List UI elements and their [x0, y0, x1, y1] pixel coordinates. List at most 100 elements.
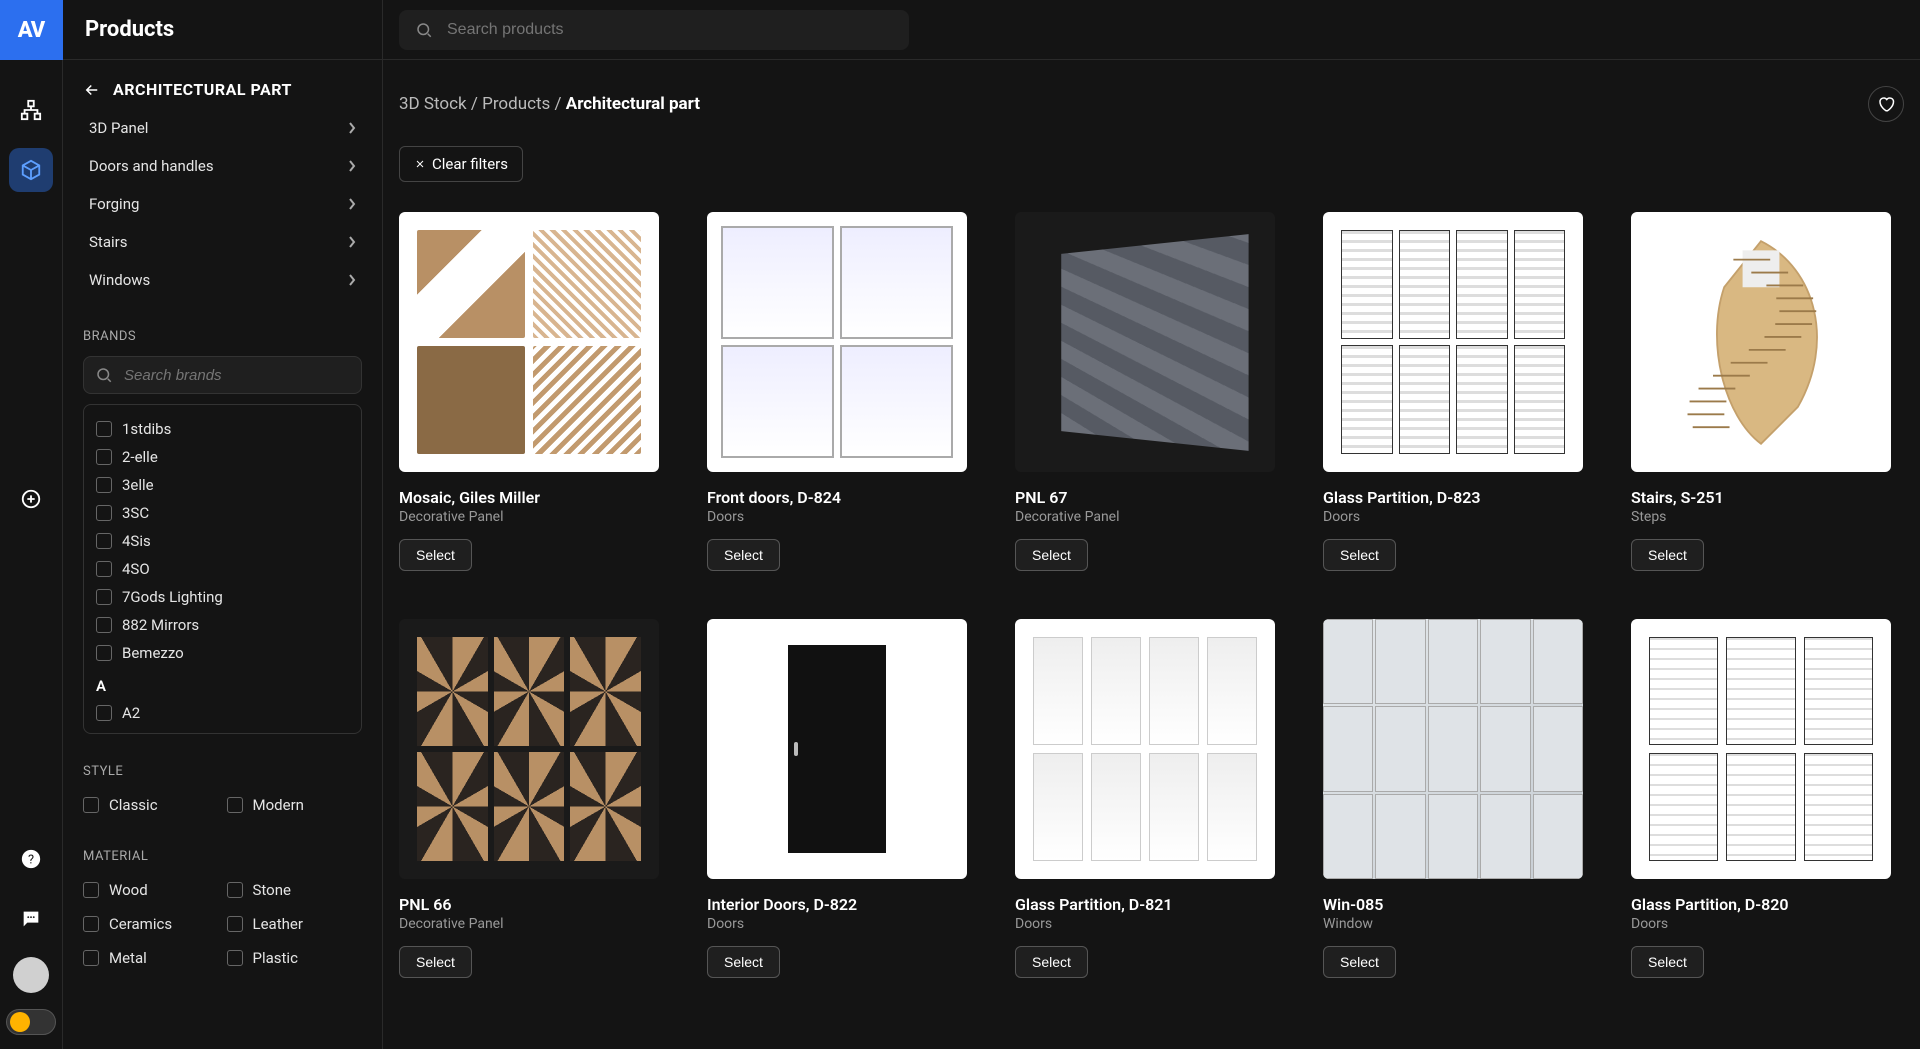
favorite-button[interactable] [1868, 86, 1904, 122]
product-card: PNL 66 Decorative Panel Select [399, 619, 659, 978]
checkbox-row[interactable]: 2-elle [96, 443, 349, 471]
product-category: Decorative Panel [1015, 509, 1275, 525]
checkbox-row[interactable]: Ceramics [83, 910, 219, 938]
chevron-right-icon [348, 122, 356, 134]
style-label: STYLE [83, 764, 362, 779]
product-thumbnail[interactable] [1015, 212, 1275, 472]
checkbox-row[interactable]: 3SC [96, 499, 349, 527]
checkbox-icon [83, 797, 99, 813]
checkbox-row[interactable]: 1stdibs [96, 415, 349, 443]
checkbox-label: 3elle [122, 476, 154, 494]
nav-chat[interactable] [9, 897, 53, 941]
checkbox-label: 3SC [122, 504, 149, 522]
checkbox-label: A2 [122, 704, 140, 722]
checkbox-row[interactable]: Modern [227, 791, 363, 819]
checkbox-row[interactable]: Metal [83, 944, 219, 972]
product-card: Mosaic, Giles Miller Decorative Panel Se… [399, 212, 659, 571]
app-logo[interactable]: AV [0, 0, 63, 60]
checkbox-row[interactable]: 882 Mirrors [96, 611, 349, 639]
brand-search-wrap [83, 356, 362, 394]
product-title: Mosaic, Giles Miller [399, 488, 659, 507]
checkbox-row[interactable]: Wood [83, 876, 219, 904]
topbar [383, 0, 1920, 60]
select-button[interactable]: Select [399, 539, 472, 571]
product-grid: Mosaic, Giles Miller Decorative Panel Se… [399, 212, 1904, 978]
nav-help[interactable]: ? [9, 837, 53, 881]
category-item[interactable]: Forging [83, 185, 362, 223]
category-item[interactable]: Windows [83, 261, 362, 299]
select-button[interactable]: Select [1323, 946, 1396, 978]
checkbox-row[interactable]: 4Sis [96, 527, 349, 555]
product-thumbnail[interactable] [1631, 212, 1891, 472]
checkbox-label: 4Sis [122, 532, 151, 550]
product-category: Doors [1323, 509, 1583, 525]
checkbox-row[interactable]: 3elle [96, 471, 349, 499]
brand-search-input[interactable] [83, 356, 362, 394]
product-thumbnail[interactable] [707, 619, 967, 879]
product-title: Win-085 [1323, 895, 1583, 914]
checkbox-row[interactable]: Plastic [227, 944, 363, 972]
product-thumbnail[interactable] [1015, 619, 1275, 879]
checkbox-row[interactable]: 7Gods Lighting [96, 583, 349, 611]
checkbox-row[interactable]: Stone [227, 876, 363, 904]
select-button[interactable]: Select [1015, 946, 1088, 978]
clear-filters-button[interactable]: Clear filters [399, 146, 523, 182]
select-button[interactable]: Select [399, 946, 472, 978]
product-thumbnail[interactable] [399, 619, 659, 879]
product-thumbnail[interactable] [707, 212, 967, 472]
product-thumbnail[interactable] [399, 212, 659, 472]
nav-products[interactable] [9, 148, 53, 192]
help-icon: ? [20, 848, 42, 870]
select-button[interactable]: Select [707, 539, 780, 571]
product-category: Doors [707, 916, 967, 932]
product-title: Glass Partition, D-821 [1015, 895, 1275, 914]
product-title: Front doors, D-824 [707, 488, 967, 507]
product-title: PNL 66 [399, 895, 659, 914]
category-item[interactable]: 3D Panel [83, 109, 362, 147]
select-button[interactable]: Select [707, 946, 780, 978]
category-back[interactable]: ARCHITECTURAL PART [83, 80, 362, 99]
checkbox-icon [96, 705, 112, 721]
category-label: Doors and handles [89, 157, 214, 175]
checkbox-row[interactable]: Bemezzo [96, 639, 349, 667]
checkbox-row[interactable]: Leather [227, 910, 363, 938]
product-category: Steps [1631, 509, 1891, 525]
checkbox-label: Stone [253, 881, 291, 899]
checkbox-icon [227, 916, 243, 932]
select-button[interactable]: Select [1631, 539, 1704, 571]
moon-icon [10, 1012, 30, 1032]
checkbox-label: 882 Mirrors [122, 616, 199, 634]
search-input[interactable] [399, 10, 909, 50]
checkbox-icon [227, 797, 243, 813]
search-icon [95, 366, 113, 384]
product-thumbnail[interactable] [1323, 212, 1583, 472]
chevron-right-icon [348, 274, 356, 286]
breadcrumb-1[interactable]: 3D Stock [399, 94, 467, 114]
breadcrumb-2[interactable]: Products [482, 94, 550, 114]
checkbox-label: Leather [253, 915, 303, 933]
product-category: Window [1323, 916, 1583, 932]
product-card: Interior Doors, D-822 Doors Select [707, 619, 967, 978]
product-thumbnail[interactable] [1631, 619, 1891, 879]
product-card: PNL 67 Decorative Panel Select [1015, 212, 1275, 571]
category-item[interactable]: Doors and handles [83, 147, 362, 185]
user-avatar[interactable] [13, 957, 49, 993]
product-thumbnail[interactable] [1323, 619, 1583, 879]
checkbox-icon [96, 617, 112, 633]
category-item[interactable]: Stairs [83, 223, 362, 261]
select-button[interactable]: Select [1631, 946, 1704, 978]
category-label: Stairs [89, 233, 127, 251]
checkbox-row[interactable]: A2 [96, 699, 349, 727]
checkbox-label: Metal [109, 949, 147, 967]
nav-add[interactable] [9, 477, 53, 521]
material-label: MATERIAL [83, 849, 362, 864]
nav-hierarchy[interactable] [9, 88, 53, 132]
brand-letter-a: A [96, 677, 349, 695]
theme-toggle[interactable] [6, 1009, 56, 1035]
checkbox-row[interactable]: Classic [83, 791, 219, 819]
select-button[interactable]: Select [1323, 539, 1396, 571]
cube-icon [20, 159, 42, 181]
checkbox-row[interactable]: 4SO [96, 555, 349, 583]
checkbox-icon [96, 645, 112, 661]
select-button[interactable]: Select [1015, 539, 1088, 571]
